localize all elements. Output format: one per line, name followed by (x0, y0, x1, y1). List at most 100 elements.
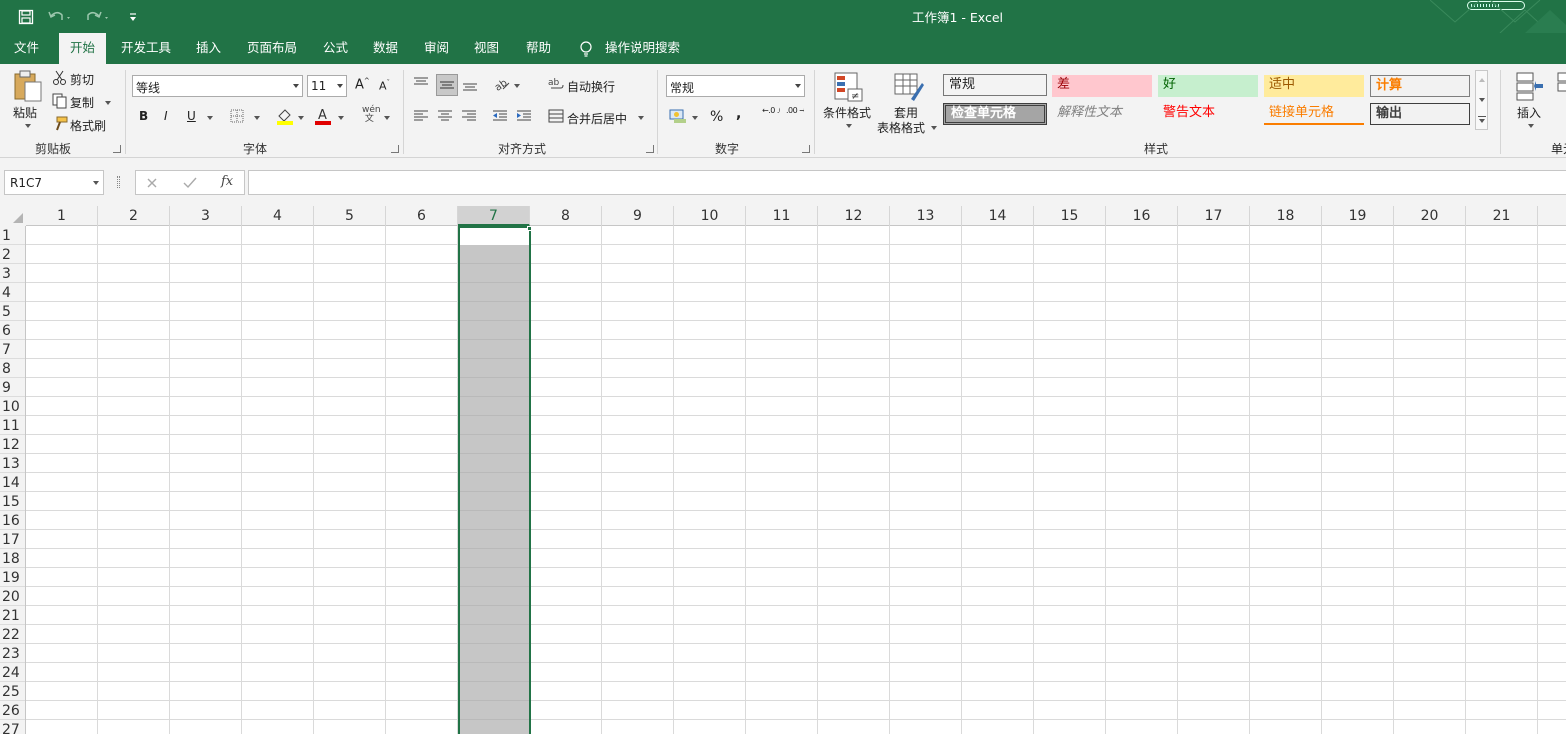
fill-color-dropdown-icon[interactable] (298, 116, 304, 120)
row-header[interactable]: 9 (0, 378, 25, 397)
name-box[interactable]: R1C7 (4, 170, 104, 195)
paste-dropdown-icon[interactable] (25, 124, 31, 128)
copy-dropdown-icon[interactable] (105, 101, 111, 105)
format-table-dropdown-icon[interactable] (931, 126, 937, 130)
row-header[interactable]: 5 (0, 302, 25, 321)
copy-button[interactable]: 复制 (70, 94, 94, 111)
cut-button[interactable]: 剪切 (70, 71, 94, 88)
percent-button[interactable]: % (710, 109, 723, 125)
row-header[interactable]: 25 (0, 682, 25, 701)
row-header[interactable]: 20 (0, 587, 25, 606)
row-header[interactable]: 17 (0, 530, 25, 549)
insert-dropdown-icon[interactable] (1528, 124, 1534, 128)
insert-cells-button[interactable]: 插入 (1517, 104, 1541, 121)
column-header[interactable]: 4 (242, 206, 314, 226)
row-header[interactable]: 12 (0, 435, 25, 454)
tab-help[interactable]: 帮助 (515, 33, 562, 64)
top-align-icon[interactable] (413, 76, 429, 90)
paste-button[interactable]: 粘贴 (13, 104, 37, 121)
column-header[interactable]: 6 (386, 206, 458, 226)
selected-column[interactable] (458, 226, 531, 734)
increase-decimal-button[interactable]: ←.0 .00 (762, 107, 780, 125)
decrease-decimal-button[interactable]: .00 →.0 (786, 107, 804, 125)
row-header[interactable]: 1 (0, 226, 25, 245)
italic-button[interactable]: I (164, 109, 168, 123)
row-header[interactable]: 22 (0, 625, 25, 644)
cancel-icon[interactable] (146, 177, 158, 189)
tab-data[interactable]: 数据 (362, 33, 409, 64)
delete-cells-icon[interactable] (1556, 71, 1566, 101)
row-header[interactable]: 23 (0, 644, 25, 663)
row-header[interactable]: 16 (0, 511, 25, 530)
decrease-indent-icon[interactable] (492, 109, 508, 123)
tell-me-search[interactable]: 操作说明搜索 (594, 33, 691, 64)
tab-formulas[interactable]: 公式 (312, 33, 359, 64)
conditional-dropdown-icon[interactable] (846, 124, 852, 128)
row-header[interactable]: 4 (0, 283, 25, 302)
font-color-dropdown-icon[interactable] (338, 116, 344, 120)
column-header[interactable]: 11 (746, 206, 818, 226)
style-explanatory[interactable]: 解释性文本 (1052, 103, 1152, 125)
increase-font-size-icon[interactable]: A^ (355, 77, 370, 92)
column-header[interactable]: 19 (1322, 206, 1394, 226)
column-header[interactable]: 9 (602, 206, 674, 226)
row-header[interactable]: 19 (0, 568, 25, 587)
style-check-cell[interactable]: 检查单元格 (943, 103, 1047, 125)
column-header[interactable]: 20 (1394, 206, 1466, 226)
cell-area[interactable] (26, 226, 1566, 734)
enter-icon[interactable] (183, 177, 197, 189)
format-painter-button[interactable]: 格式刷 (70, 117, 106, 134)
tab-page-layout[interactable]: 页面布局 (236, 33, 308, 64)
column-header[interactable]: 12 (818, 206, 890, 226)
bold-button[interactable]: B (139, 109, 148, 123)
column-header[interactable]: 15 (1034, 206, 1106, 226)
tab-file[interactable]: 文件 (3, 33, 50, 64)
column-header[interactable]: 1 (26, 206, 98, 226)
column-header[interactable]: 16 (1106, 206, 1178, 226)
bottom-align-icon[interactable] (462, 78, 478, 92)
more-styles-icon[interactable] (1478, 116, 1486, 117)
font-size-select[interactable]: 11 (307, 75, 347, 97)
column-header[interactable]: 3 (170, 206, 242, 226)
column-header[interactable]: 14 (962, 206, 1034, 226)
align-right-icon[interactable] (461, 109, 477, 123)
style-good[interactable]: 好 (1158, 75, 1258, 97)
decrease-font-size-icon[interactable]: Aˇ (379, 79, 390, 93)
underline-dropdown-icon[interactable] (207, 116, 213, 120)
column-header[interactable]: 8 (530, 206, 602, 226)
format-as-table-button[interactable]: 表格格式 (877, 119, 925, 136)
row-header[interactable]: 8 (0, 359, 25, 378)
wrap-text-button[interactable]: 自动换行 (567, 78, 615, 95)
insert-function-icon[interactable]: fx (221, 174, 233, 189)
style-warning[interactable]: 警告文本 (1158, 103, 1258, 125)
column-header[interactable]: 7 (458, 206, 530, 226)
phonetic-guide-icon[interactable]: wén 文 (362, 106, 381, 124)
styles-gallery-scroll[interactable] (1475, 70, 1488, 130)
column-header[interactable]: 2 (98, 206, 170, 226)
style-linked-cell[interactable]: 链接单元格 (1264, 103, 1364, 125)
style-calculation[interactable]: 计算 (1370, 75, 1470, 97)
style-bad[interactable]: 差 (1052, 75, 1152, 97)
row-header[interactable]: 11 (0, 416, 25, 435)
orientation-icon[interactable]: ab (493, 76, 511, 92)
increase-indent-icon[interactable] (516, 109, 532, 123)
underline-button[interactable]: U (187, 109, 196, 123)
borders-dropdown-icon[interactable] (254, 116, 260, 120)
tab-insert[interactable]: 插入 (185, 33, 232, 64)
row-header[interactable]: 26 (0, 701, 25, 720)
column-header[interactable]: 17 (1178, 206, 1250, 226)
column-header[interactable]: 13 (890, 206, 962, 226)
number-format-select[interactable]: 常规 (666, 75, 805, 97)
column-header[interactable]: 10 (674, 206, 746, 226)
column-header[interactable]: 21 (1466, 206, 1538, 226)
orientation-dropdown-icon[interactable] (514, 84, 520, 88)
clipboard-launcher-icon[interactable] (113, 145, 121, 153)
row-header[interactable]: 3 (0, 264, 25, 283)
row-header[interactable]: 14 (0, 473, 25, 492)
column-header[interactable]: 5 (314, 206, 386, 226)
font-color-icon[interactable]: A (314, 107, 332, 125)
style-neutral[interactable]: 适中 (1264, 75, 1364, 97)
align-center-icon[interactable] (437, 109, 453, 123)
tab-home[interactable]: 开始 (59, 33, 107, 64)
tab-developer[interactable]: 开发工具 (110, 33, 182, 64)
